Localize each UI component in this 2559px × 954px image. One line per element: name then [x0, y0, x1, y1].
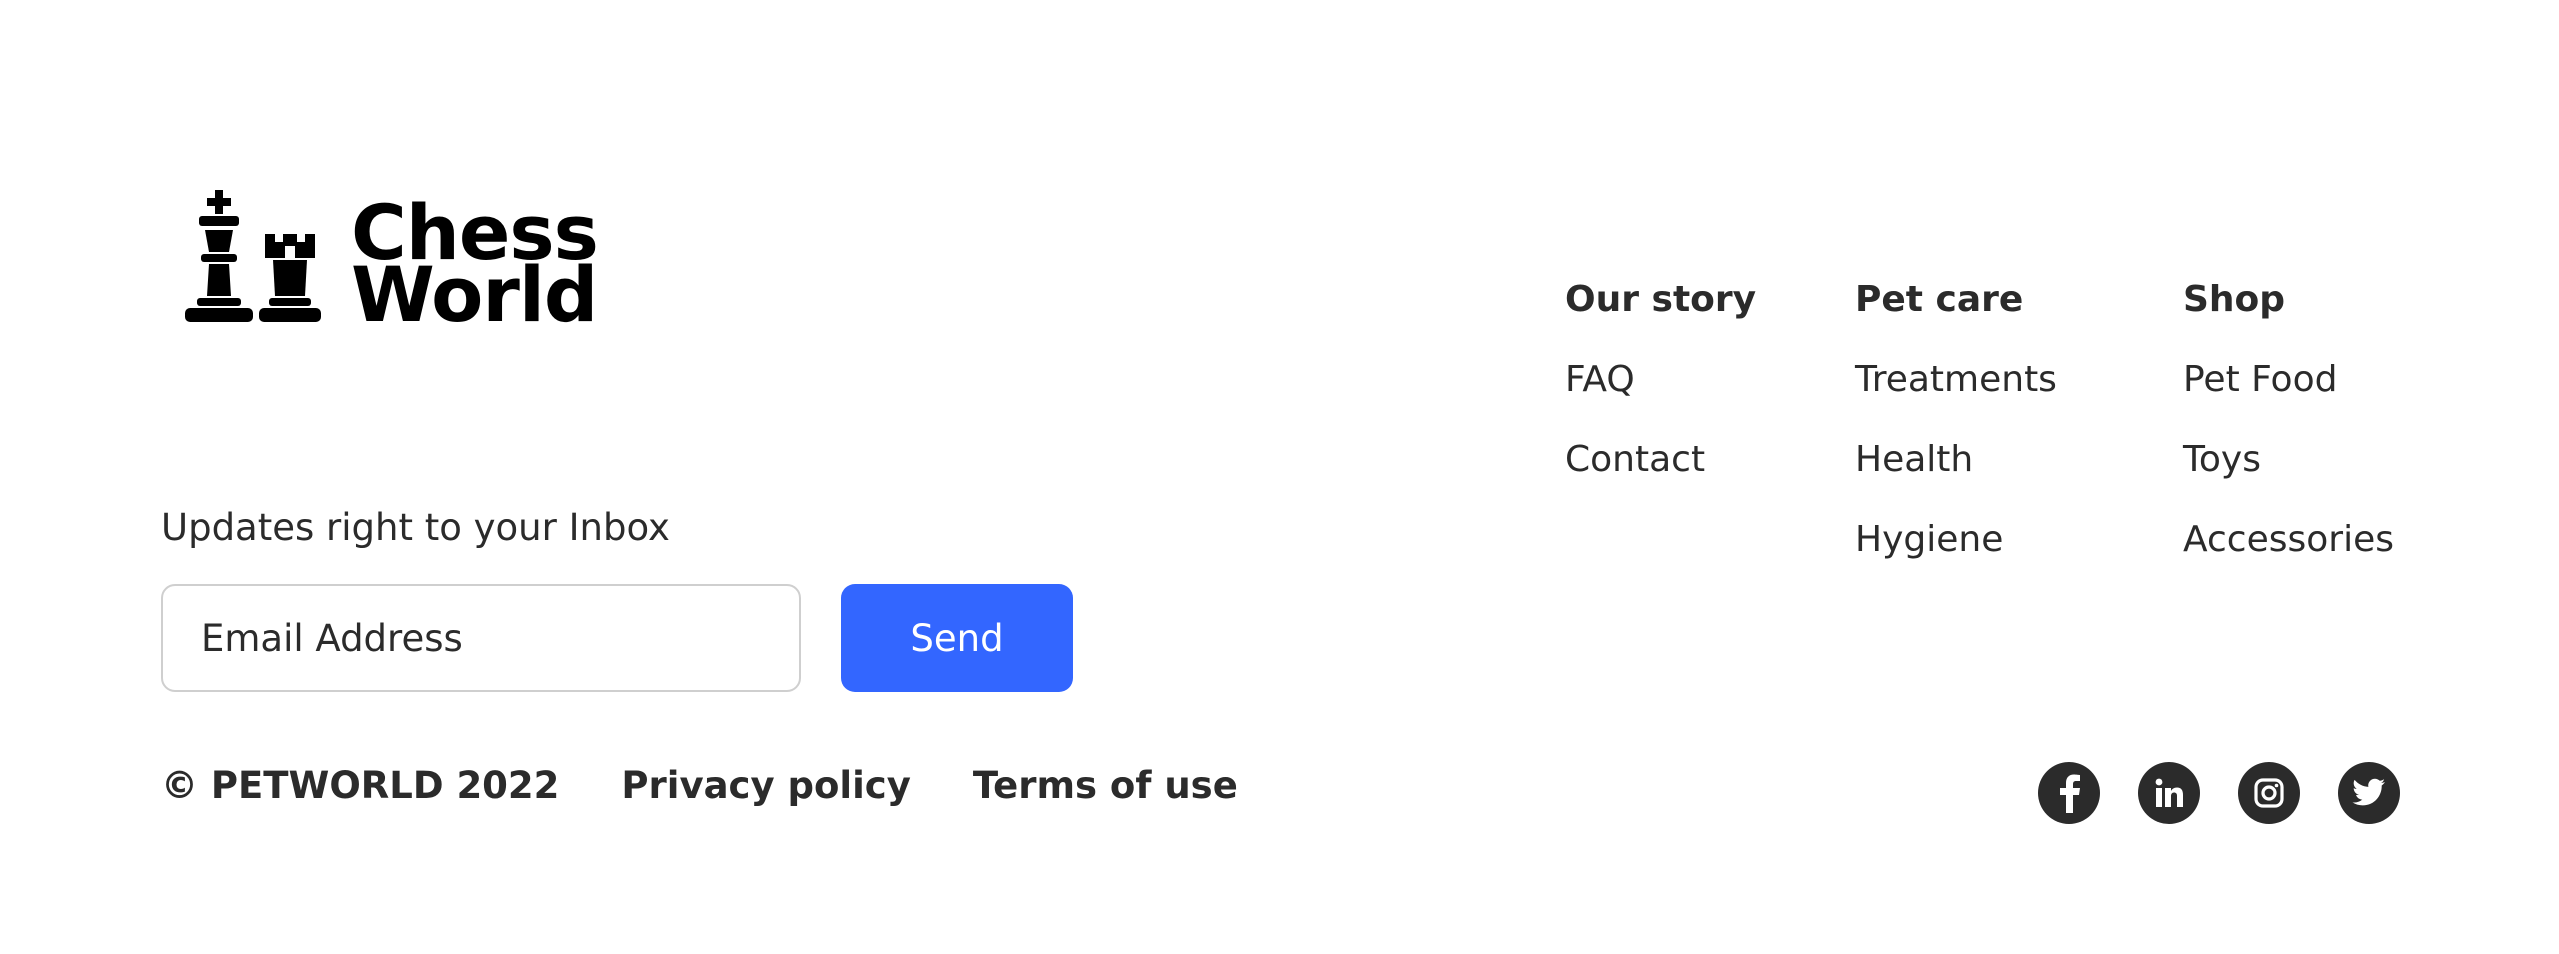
email-field[interactable] — [161, 584, 801, 692]
nav-link-treatments[interactable]: Treatments — [1855, 359, 2057, 401]
nav-column-title: Shop — [2183, 279, 2286, 320]
instagram-link[interactable] — [2238, 762, 2300, 824]
linkedin-link[interactable] — [2138, 762, 2200, 824]
king-piece-icon — [185, 190, 253, 322]
twitter-link[interactable] — [2338, 762, 2400, 824]
brand-logo[interactable]: Chess World — [185, 190, 599, 333]
nav-link-pet-food[interactable]: Pet Food — [2183, 359, 2394, 401]
nav-column-shop: Shop Pet Food Toys Accessories — [2183, 279, 2394, 561]
terms-of-use-link[interactable]: Terms of use — [973, 764, 1238, 807]
nav-column-pet-care: Pet care Treatments Health Hygiene — [1855, 279, 2057, 561]
send-button[interactable]: Send — [841, 584, 1073, 692]
facebook-link[interactable] — [2038, 762, 2100, 824]
chess-pieces-logo-icon — [185, 190, 321, 322]
footer-legal: © PETWORLD 2022 Privacy policy Terms of … — [161, 764, 1238, 807]
nav-link-hygiene[interactable]: Hygiene — [1855, 519, 2057, 561]
nav-link-contact[interactable]: Contact — [1565, 439, 1756, 481]
copyright-text: © PETWORLD 2022 — [161, 764, 560, 807]
brand-wordmark: Chess World — [351, 195, 599, 339]
nav-column-title: Our story — [1565, 279, 1757, 320]
nav-link-health[interactable]: Health — [1855, 439, 2057, 481]
nav-column-title: Pet care — [1855, 279, 2024, 320]
newsletter-label: Updates right to your Inbox — [161, 506, 670, 549]
twitter-icon — [2352, 778, 2385, 806]
brand-name-line2: World — [351, 250, 598, 339]
rook-piece-icon — [259, 234, 321, 322]
facebook-icon — [2060, 774, 2080, 813]
linkedin-icon — [2155, 778, 2183, 807]
social-links — [2038, 762, 2400, 824]
privacy-policy-link[interactable]: Privacy policy — [621, 764, 910, 807]
nav-link-faq[interactable]: FAQ — [1565, 359, 1756, 401]
nav-link-accessories[interactable]: Accessories — [2183, 519, 2394, 561]
nav-link-toys[interactable]: Toys — [2183, 439, 2394, 481]
nav-column-our-story: Our story FAQ Contact — [1565, 279, 1756, 481]
instagram-icon — [2254, 778, 2284, 808]
